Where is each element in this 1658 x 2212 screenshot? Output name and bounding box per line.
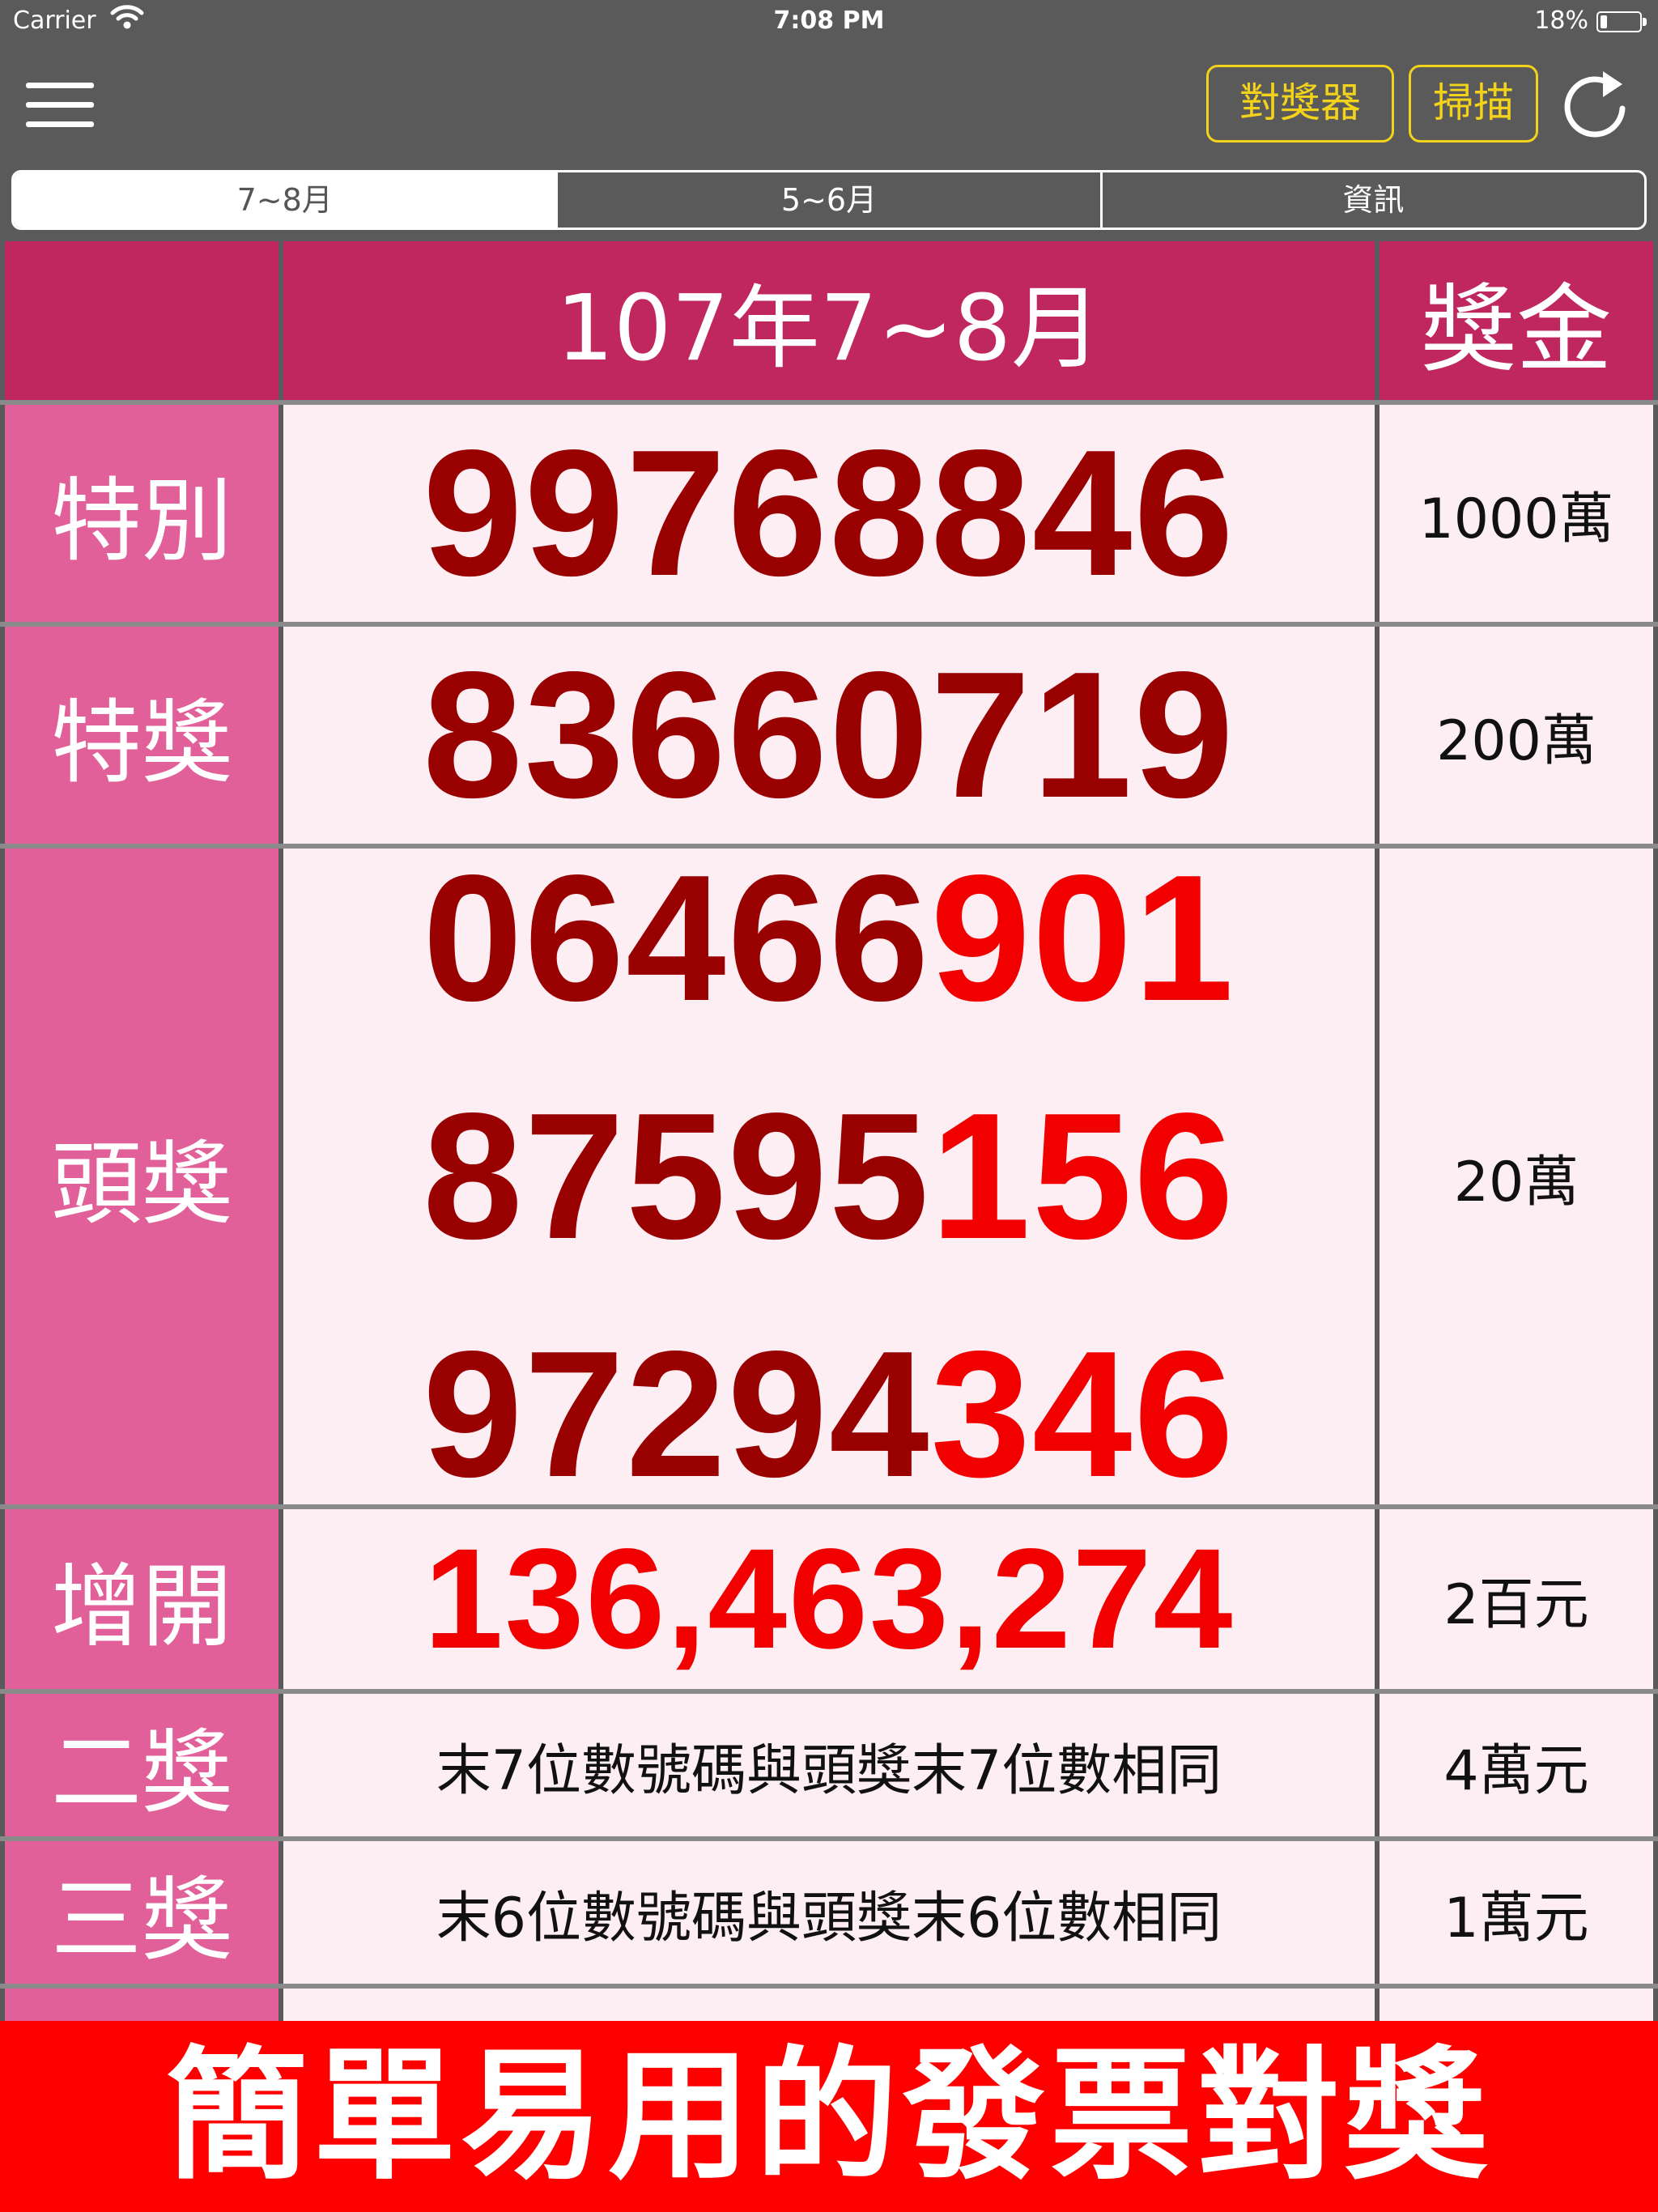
checker-button[interactable]: 對獎器 <box>1206 65 1394 143</box>
third-prize-amount: 1萬元 <box>1443 1886 1589 1950</box>
first-prize-number: 06466901 <box>423 838 1235 1039</box>
grand-prize-label: 特獎 <box>5 627 278 844</box>
special-prize-number: 99768846 <box>423 413 1235 614</box>
third-prize-description: 末6位數號碼與頭獎末6位數相同 <box>436 1886 1222 1950</box>
special-prize-amount: 1000萬 <box>1418 487 1614 551</box>
status-time: 7:08 PM <box>773 6 885 35</box>
refresh-icon[interactable] <box>1556 66 1634 144</box>
scan-button[interactable]: 掃描 <box>1409 65 1538 143</box>
first-prize-number: 97294346 <box>423 1314 1235 1515</box>
grand-prize-amount: 200萬 <box>1436 708 1596 773</box>
third-prize-label: 三獎 <box>5 1841 278 1984</box>
tab-info[interactable]: 資訊 <box>1103 172 1644 228</box>
table-row: 三獎 末6位數號碼與頭獎末6位數相同 1萬元 <box>0 1841 1658 1984</box>
prize-amount-header: 獎金 <box>1380 241 1653 400</box>
first-prize-number: 87595156 <box>423 1076 1235 1277</box>
grand-prize-number: 83660719 <box>423 635 1235 836</box>
first-prize-label: 頭獎 <box>5 849 278 1504</box>
table-row: 頭獎 06466901 87595156 97294346 20萬 <box>0 849 1658 1504</box>
additional-prize-label: 增開 <box>5 1509 278 1689</box>
period-title: 107年7~8月 <box>283 241 1375 400</box>
second-prize-description: 末7位數號碼與頭獎末7位數相同 <box>436 1738 1222 1803</box>
battery-fill <box>1601 15 1607 28</box>
first-prize-amount: 20萬 <box>1453 1150 1579 1214</box>
table-row: 增開 136,463,274 2百元 <box>0 1509 1658 1689</box>
period-tabs: 7~8月 5~6月 資訊 <box>11 170 1647 230</box>
table-header-row: 107年7~8月 獎金 <box>0 241 1658 400</box>
hamburger-menu-icon[interactable] <box>26 79 94 131</box>
table-row: 特別 99768846 1000萬 <box>0 405 1658 622</box>
promo-banner: 簡單易用的發票對獎 <box>0 2021 1658 2212</box>
tab-may-jun[interactable]: 5~6月 <box>558 172 1103 228</box>
battery-icon <box>1596 11 1647 32</box>
header-blank-cell <box>5 241 278 400</box>
tab-jul-aug[interactable]: 7~8月 <box>14 172 559 228</box>
additional-prize-numbers: 136,463,274 <box>423 1520 1235 1678</box>
nav-bar: 對獎器 掃描 <box>0 44 1658 165</box>
status-bar: Carrier 7:08 PM 18% <box>0 0 1658 44</box>
second-prize-label: 二獎 <box>5 1694 278 1836</box>
table-row: 二獎 末7位數號碼與頭獎末7位數相同 4萬元 <box>0 1694 1658 1836</box>
special-prize-label: 特別 <box>5 405 278 622</box>
additional-prize-amount: 2百元 <box>1443 1572 1589 1637</box>
table-row: 特獎 83660719 200萬 <box>0 627 1658 844</box>
battery-percentage: 18% <box>1534 6 1588 35</box>
second-prize-amount: 4萬元 <box>1443 1738 1589 1803</box>
